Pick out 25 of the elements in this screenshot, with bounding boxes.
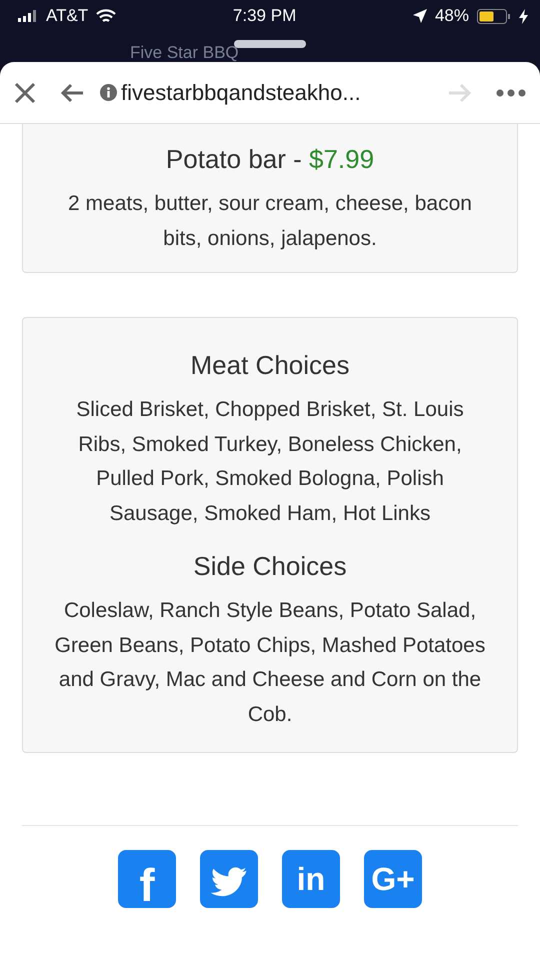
back-arrow-icon[interactable] [60,82,84,102]
battery-percent: 48% [434,5,469,28]
url-text: fivestarbbqandsteakho... [121,79,361,107]
more-icon[interactable] [496,88,526,96]
item-description: 2 meats, butter, sour cream, cheese, bacon bits, onions, jalapenos. [67,191,473,252]
location-arrow-icon [412,9,427,23]
charging-bolt-icon [519,8,528,24]
twitter-button[interactable] [200,850,258,908]
drag-handle [234,40,306,48]
section-text: Coleslaw, Ranch Style Beans, Potato Salad, Green Beans, Potato Chips, Mashed Potatoes and Gravy, Mac and Cheese and Corn on the Cob. [54,598,486,728]
googleplus-button[interactable]: G+ [364,850,422,908]
item-title: Potato bar - $7.99 [164,143,376,176]
page-title: Five Star BBQ [130,44,239,62]
clock-time: 7:39 PM [232,5,296,28]
close-icon[interactable] [14,82,36,104]
facebook-button[interactable]: f [118,850,176,908]
info-icon [100,84,117,101]
signal-icon [18,10,38,22]
linkedin-button[interactable]: in [282,850,340,908]
section-title: Side Choices [192,550,348,583]
wifi-icon [96,8,116,24]
battery-icon [477,8,511,24]
carrier-name: AT&T [46,5,88,28]
section-text: Sliced Brisket, Chopped Brisket, St. Louis Ribs, Smoked Turkey, Boneless Chicken, Pulled Pork, Smoked Bologna, Polish Sausage, Smoked Ham, Hot Links [75,397,465,526]
section-title: Meat Choices [190,349,350,382]
